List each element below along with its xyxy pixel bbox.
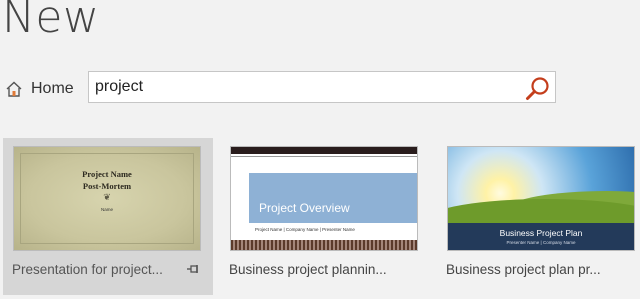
thumbnail-topbar [231, 147, 417, 154]
home-link[interactable]: Home [5, 78, 74, 100]
template-card-business-planning[interactable]: Project Overview Project Name | Company … [220, 138, 430, 295]
home-label: Home [31, 80, 74, 97]
template-card-business-plan-presentation[interactable]: Business Project Plan Presenter Name | C… [437, 138, 640, 295]
ornament-icon: ❦ [103, 192, 111, 202]
thumbnail-topline [231, 156, 417, 157]
template-caption[interactable]: Presentation for project... [12, 262, 163, 277]
page-title: New [2, 0, 100, 43]
thumbnail-band: Project Overview [249, 173, 417, 223]
template-thumbnail[interactable]: Project Name Post-Mortem ❦ Name [13, 146, 201, 251]
search-icon[interactable] [525, 75, 551, 101]
template-thumbnail[interactable]: Business Project Plan Presenter Name | C… [447, 146, 635, 251]
search-box [88, 71, 556, 103]
template-caption[interactable]: Business project plannin... [229, 262, 387, 277]
thumbnail-line-3: Name [100, 207, 113, 212]
thumbnail-title: Business Project Plan [499, 228, 583, 238]
thumbnail-subtitle: Presenter Name | Company Name [506, 240, 576, 245]
search-input[interactable] [89, 72, 519, 102]
thumbnail-line-1: Project Name [82, 169, 132, 179]
home-icon [6, 81, 22, 97]
thumbnail-line-2: Post-Mortem [82, 181, 132, 191]
thumbnail-subtitle: Project Name | Company Name | Presenter … [255, 227, 355, 232]
template-card-postmortem[interactable]: Project Name Post-Mortem ❦ Name Presenta… [3, 138, 213, 295]
pin-icon[interactable] [186, 262, 200, 276]
template-caption[interactable]: Business project plan pr... [446, 262, 601, 277]
thumbnail-stripes [231, 240, 417, 250]
template-thumbnail[interactable]: Project Overview Project Name | Company … [230, 146, 418, 251]
thumbnail-title: Project Overview [259, 201, 350, 215]
